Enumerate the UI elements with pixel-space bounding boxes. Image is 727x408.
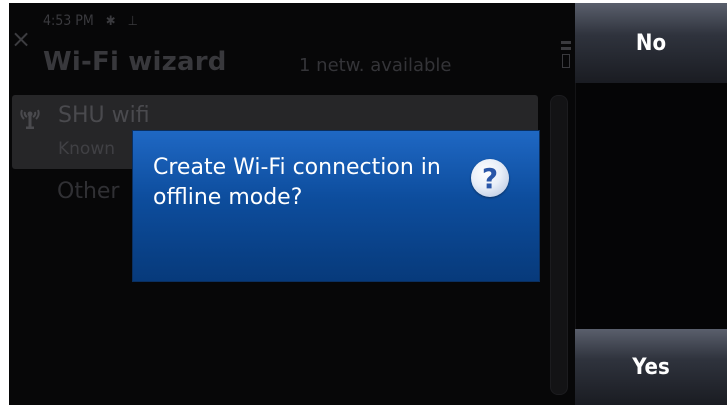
network-status: Known bbox=[58, 139, 116, 159]
no-button[interactable]: No bbox=[575, 3, 727, 83]
battery-icon bbox=[561, 41, 571, 79]
wifi-antenna-icon bbox=[19, 107, 41, 130]
close-icon[interactable]: × bbox=[11, 27, 31, 51]
network-item-other[interactable]: Other bbox=[57, 179, 119, 204]
signal-icon: ⊥ bbox=[127, 13, 138, 29]
phone-screen: 4:53 PM ✱ ⊥ × Wi-Fi wizard 1 netw. avail… bbox=[9, 3, 727, 405]
scrollbar[interactable] bbox=[550, 95, 568, 395]
clock: 4:53 PM bbox=[43, 13, 94, 29]
question-icon: ? bbox=[471, 159, 509, 197]
softkey-spacer bbox=[575, 83, 727, 329]
network-name: SHU wifi bbox=[58, 103, 150, 128]
status-bar: 4:53 PM ✱ ⊥ bbox=[43, 11, 138, 31]
bluetooth-icon: ✱ bbox=[105, 13, 116, 29]
network-count: 1 netw. available bbox=[299, 55, 452, 76]
softkey-panel: No Yes bbox=[575, 3, 727, 405]
dialog-message: Create Wi-Fi connection in offline mode? bbox=[153, 155, 441, 210]
page-title: Wi-Fi wizard bbox=[43, 47, 227, 77]
yes-button[interactable]: Yes bbox=[575, 329, 727, 405]
confirmation-dialog: Create Wi-Fi connection in offline mode?… bbox=[133, 131, 539, 281]
